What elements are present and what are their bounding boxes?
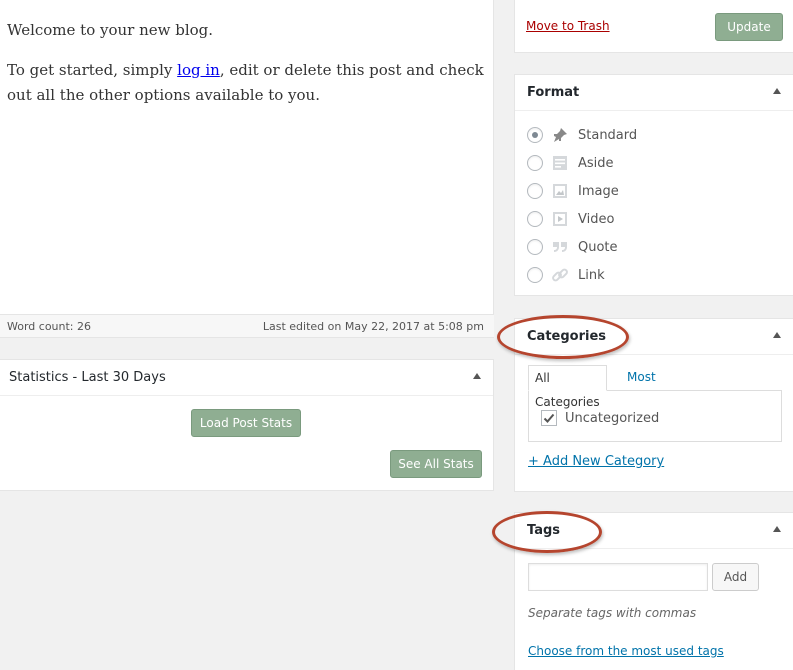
format-option-aside[interactable]: Aside [527,149,637,177]
radio-button[interactable] [527,211,543,227]
radio-button[interactable] [527,183,543,199]
video-icon [551,210,569,228]
editor-status-bar: Word count: 26 Last edited on May 22, 20… [0,314,494,338]
quote-icon [551,238,569,256]
load-post-stats-button[interactable]: Load Post Stats [191,409,301,437]
collapse-arrow-icon[interactable] [773,88,781,94]
tab-most-used[interactable]: Most Used [621,365,663,408]
link-icon [551,266,569,284]
categories-header[interactable]: Categories [515,319,793,355]
format-box: Format Standard Aside Image Video Quote … [514,74,793,296]
radio-button[interactable] [527,267,543,283]
see-all-stats-button[interactable]: See All Stats [390,450,482,478]
format-option-quote[interactable]: Quote [527,233,637,261]
format-label: Image [578,183,619,199]
format-label: Standard [578,127,638,143]
word-count: Word count: 26 [7,320,92,333]
tab-all-categories[interactable]: All Categories [528,365,607,409]
publish-box: Move to Trash Update [514,0,793,53]
radio-button[interactable] [527,155,543,171]
editor-paragraph-2: To get started, simply log in, edit or d… [7,58,493,108]
format-option-link[interactable]: Link [527,261,637,289]
format-title: Format [527,85,580,100]
update-button[interactable]: Update [715,13,783,41]
format-options: Standard Aside Image Video Quote Link [527,121,637,289]
format-label: Link [578,267,605,283]
editor-content[interactable]: Welcome to your new blog. To get started… [0,0,493,108]
format-label: Video [578,211,615,227]
format-option-image[interactable]: Image [527,177,637,205]
format-option-standard[interactable]: Standard [527,121,637,149]
tags-header[interactable]: Tags [515,513,793,549]
collapse-arrow-icon[interactable] [773,332,781,338]
add-tag-button[interactable]: Add [712,563,759,591]
statistics-title: Statistics - Last 30 Days [9,370,166,385]
categories-title: Categories [527,329,607,344]
tags-title: Tags [527,523,561,538]
tags-box: Tags Add Separate tags with commas Choos… [514,512,793,670]
aside-icon [551,154,569,172]
choose-most-used-tags-link[interactable]: Choose from the most used tags [528,644,724,658]
pushpin-icon [551,126,569,144]
paragraph-text: To get started, simply [7,61,178,79]
statistics-box: Statistics - Last 30 Days Load Post Stat… [0,359,494,491]
format-label: Quote [578,239,618,255]
add-new-category-link[interactable]: + Add New Category [528,454,664,469]
radio-button[interactable] [527,239,543,255]
tags-input[interactable] [528,563,708,591]
format-label: Aside [578,155,614,171]
radio-button[interactable] [527,127,543,143]
move-to-trash-link[interactable]: Move to Trash [526,19,610,33]
collapse-arrow-icon[interactable] [473,373,481,379]
format-option-video[interactable]: Video [527,205,637,233]
image-icon [551,182,569,200]
statistics-header[interactable]: Statistics - Last 30 Days [0,360,493,396]
last-edited: Last edited on May 22, 2017 at 5:08 pm [262,320,484,333]
format-header[interactable]: Format [515,75,793,111]
categories-box: Categories All Categories Most Used Unca… [514,318,793,492]
post-editor[interactable]: Welcome to your new blog. To get started… [0,0,494,338]
tags-help-text: Separate tags with commas [528,606,697,620]
collapse-arrow-icon[interactable] [773,526,781,532]
editor-paragraph-1: Welcome to your new blog. [7,21,214,39]
login-link[interactable]: log in [177,61,220,79]
